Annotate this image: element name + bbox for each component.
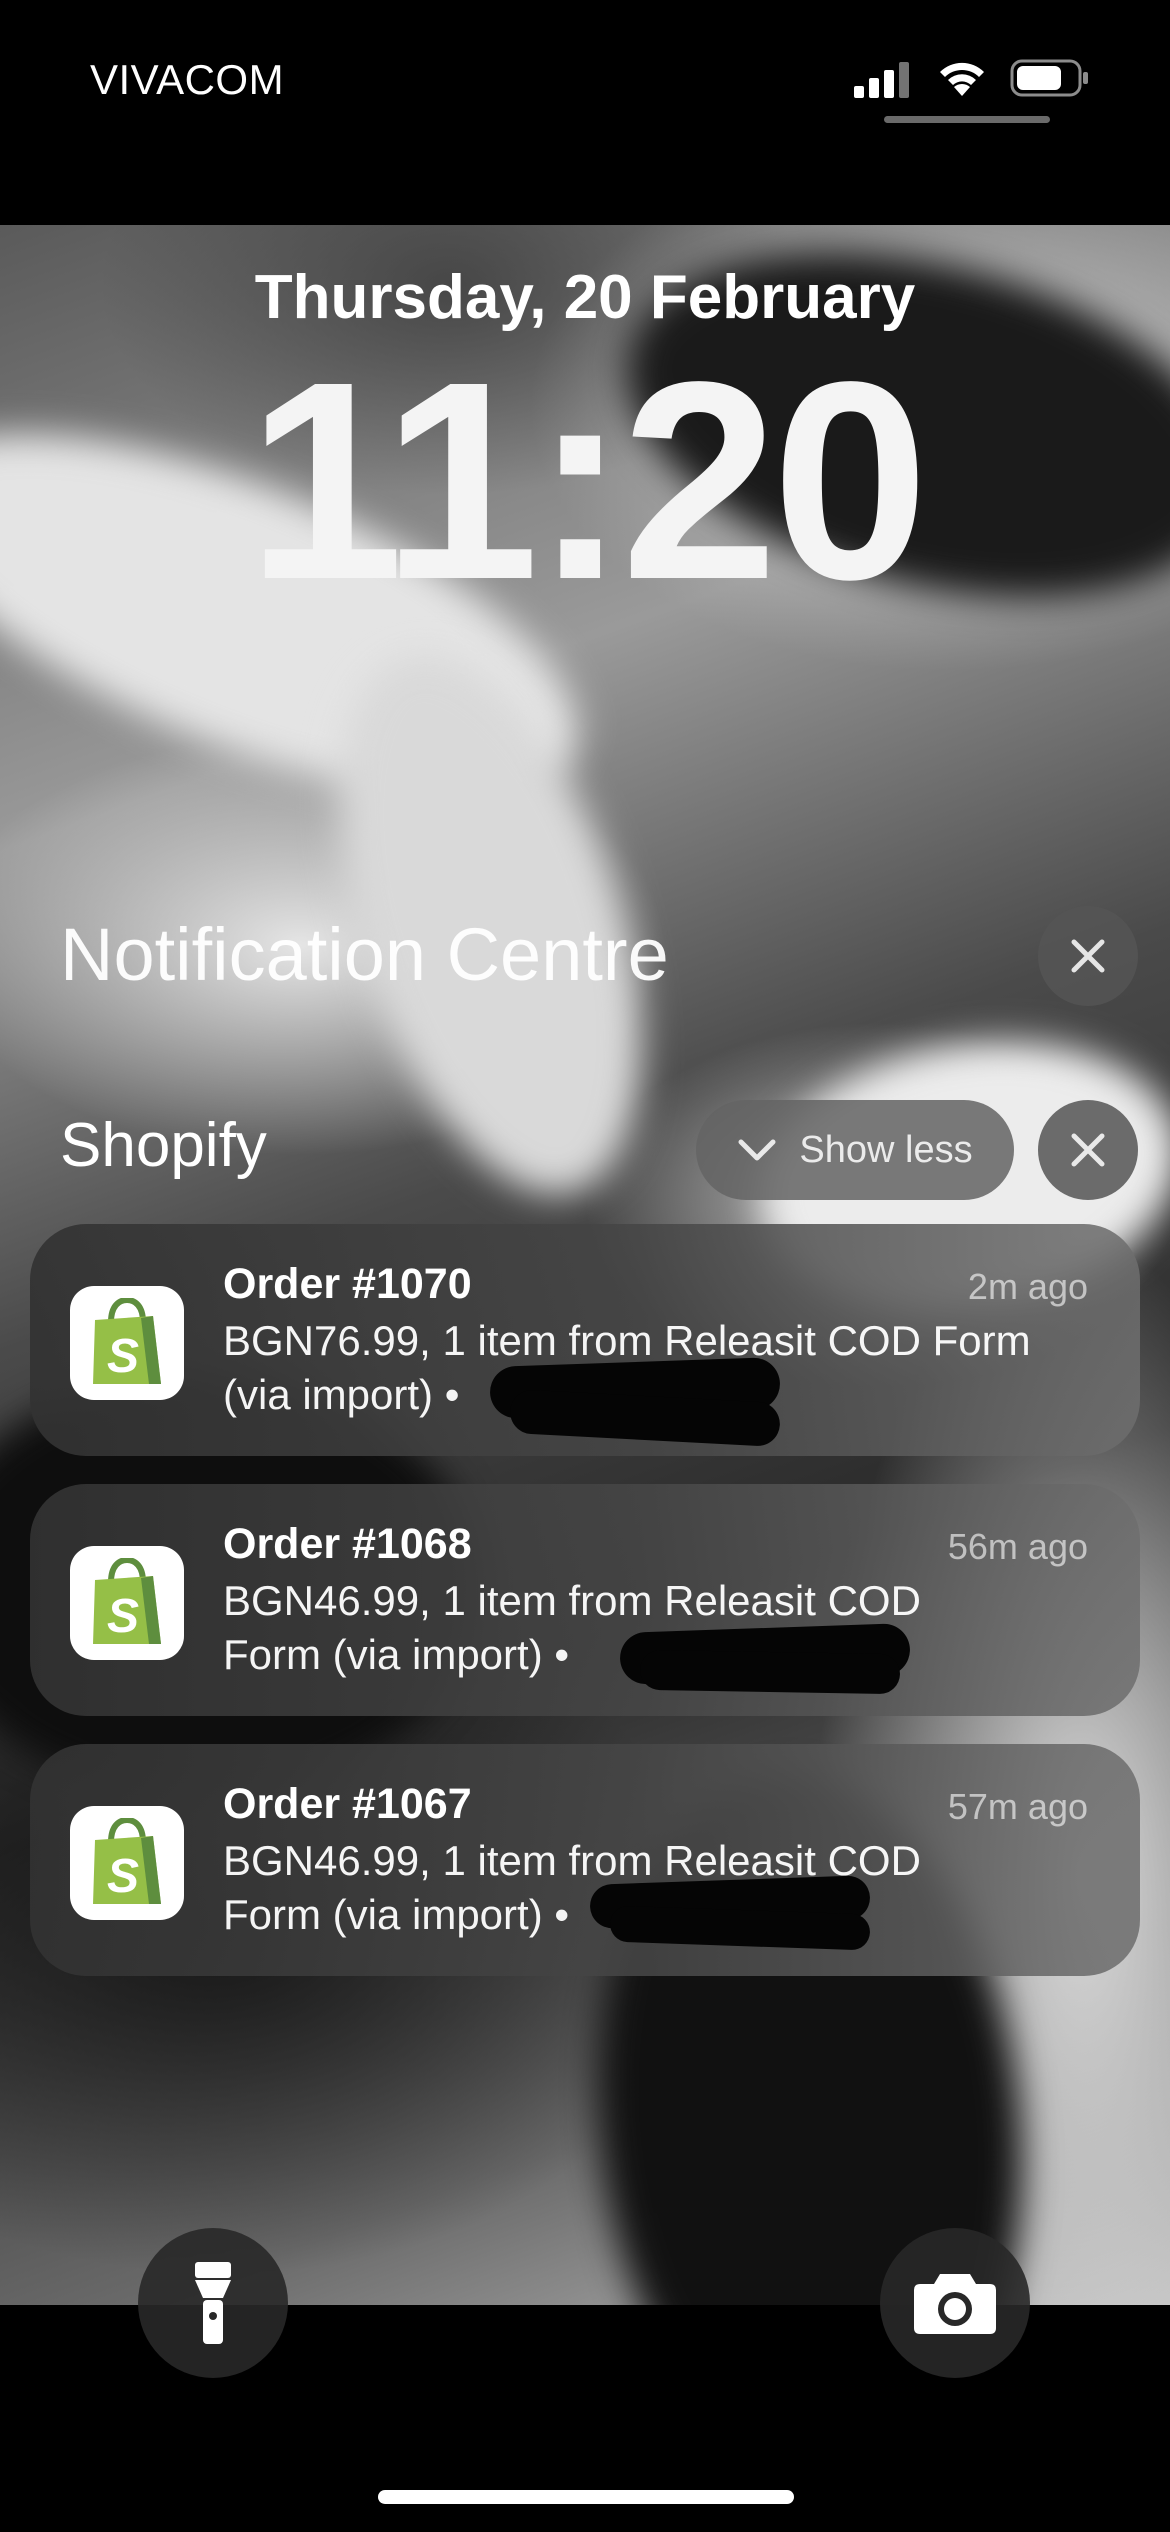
svg-text:S: S <box>107 1330 139 1383</box>
redaction-scribble <box>609 1905 871 1951</box>
shopify-bag-icon: S <box>93 1558 161 1644</box>
close-icon <box>1071 1133 1105 1167</box>
notification-time: 57m ago <box>947 1786 1088 1827</box>
show-less-label: Show less <box>799 1128 973 1171</box>
notification-card[interactable]: S Order #1067 57m ago BGN46.99, 1 item f… <box>30 1744 1140 1976</box>
lock-screen-time: 11:20 <box>247 323 929 638</box>
notification-card[interactable]: S Order #1068 56m ago BGN46.99, 1 item f… <box>30 1484 1140 1716</box>
close-icon <box>1071 939 1105 973</box>
shopify-bag-icon: S <box>93 1298 161 1384</box>
notification-body-line: BGN46.99, 1 item from Releasit COD <box>223 1837 921 1884</box>
svg-text:S: S <box>107 1590 139 1643</box>
shopify-app-icon: S <box>70 1806 184 1920</box>
home-indicator[interactable] <box>378 2490 794 2504</box>
carrier-name: VIVACOM <box>90 56 285 103</box>
cellular-signal-icon <box>854 60 914 98</box>
notification-card[interactable]: S Order #1070 2m ago BGN76.99, 1 item fr… <box>30 1224 1140 1456</box>
notification-title: Order #1068 <box>223 1520 472 1568</box>
show-less-button[interactable]: Show less <box>696 1100 1014 1200</box>
shopify-app-icon: S <box>70 1286 184 1400</box>
camera-icon <box>914 2274 996 2334</box>
flashlight-icon <box>195 2262 231 2344</box>
redaction-scribble <box>639 1649 901 1695</box>
shopify-bag-icon: S <box>93 1818 161 1904</box>
notification-time: 56m ago <box>947 1526 1088 1567</box>
status-bar: VIVACOM <box>0 0 1170 160</box>
notification-body-line: BGN76.99, 1 item from Releasit COD Form <box>223 1317 1031 1364</box>
battery-icon <box>1010 59 1088 97</box>
group-clear-button[interactable] <box>1038 1100 1138 1200</box>
notification-title: Order #1070 <box>223 1260 472 1308</box>
svg-text:S: S <box>107 1850 139 1903</box>
status-indicator-bar <box>884 116 1050 123</box>
wifi-icon <box>940 62 984 96</box>
camera-button[interactable] <box>880 2228 1030 2378</box>
notification-group-title: Shopify <box>60 1111 267 1180</box>
shopify-app-icon: S <box>70 1546 184 1660</box>
notification-time: 2m ago <box>967 1266 1088 1307</box>
notification-body-line: BGN46.99, 1 item from Releasit COD <box>223 1577 921 1624</box>
notification-centre-title: Notification Centre <box>60 913 669 996</box>
flashlight-button[interactable] <box>138 2228 288 2378</box>
notification-title: Order #1067 <box>223 1780 472 1828</box>
chevron-down-icon <box>738 1139 776 1161</box>
notification-centre-clear-button[interactable] <box>1038 906 1138 1006</box>
